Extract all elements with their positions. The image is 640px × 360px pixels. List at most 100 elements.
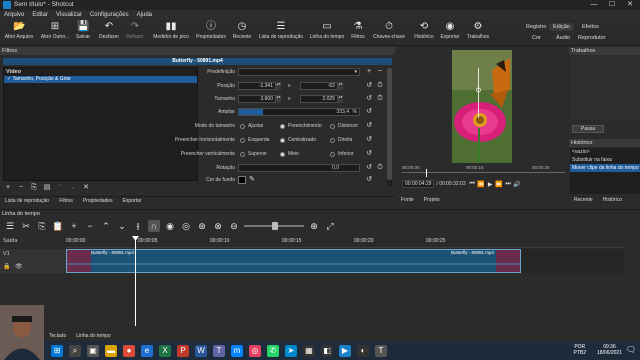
playlist-button[interactable]: ☰ Lista de reprodução: [256, 21, 306, 45]
filters-scrollbar[interactable]: [387, 68, 392, 186]
tab-source[interactable]: Fonte: [401, 196, 414, 205]
lock-icon[interactable]: 🔒: [3, 263, 10, 270]
telegram-icon[interactable]: ➤: [285, 344, 297, 357]
hfill-left-radio[interactable]: Esquerda: [240, 137, 269, 143]
hfill-center-radio[interactable]: Centralizado: [280, 137, 316, 143]
tab-playlist[interactable]: Lista de reprodução: [5, 197, 49, 206]
teams-icon[interactable]: T: [213, 344, 225, 357]
excel-icon[interactable]: X: [159, 344, 171, 357]
tab-properties[interactable]: Propriedades: [83, 197, 113, 206]
ripple-icon[interactable]: ◎: [180, 220, 192, 232]
filters-button[interactable]: ⚗ Filtros: [348, 21, 368, 45]
tab-project[interactable]: Projeto: [424, 196, 440, 205]
vfill-bottom-radio[interactable]: Inferior: [330, 151, 354, 157]
menu-edit[interactable]: Editar: [32, 10, 48, 20]
app-icon[interactable]: ◐: [357, 344, 369, 357]
whatsapp-icon[interactable]: ✆: [267, 344, 279, 357]
open-file-button[interactable]: 📂 Abrir Arquivo: [2, 21, 36, 45]
tab-recent[interactable]: Recente: [574, 196, 593, 205]
close-button[interactable]: ✕: [622, 0, 638, 10]
size-width-spinner[interactable]: ▴▾: [276, 95, 281, 103]
snap-icon[interactable]: ∩: [148, 220, 160, 232]
search-icon[interactable]: ⌕: [69, 344, 81, 357]
size-mode-fit-radio[interactable]: Ajustar: [240, 123, 264, 129]
playhead[interactable]: [135, 236, 136, 326]
keyframes-button[interactable]: ⏱ Chaves-chave: [370, 21, 408, 45]
edge-icon[interactable]: e: [141, 344, 153, 357]
history-item-selected[interactable]: Mover clipe da linha do tempo: [570, 164, 640, 172]
zoom-fit-icon[interactable]: ⤢: [324, 220, 336, 232]
layout-editing[interactable]: Edição: [549, 23, 574, 31]
tab-timeline[interactable]: Linha do tempo: [76, 332, 110, 341]
size-mode-fill-radio[interactable]: Preenchimento: [280, 123, 322, 129]
rewind-icon[interactable]: ⏪: [477, 181, 486, 188]
undo-button[interactable]: ↶ Desfazer: [96, 21, 122, 45]
add-filter-button[interactable]: +: [3, 183, 13, 192]
move-up-button[interactable]: ⌃: [55, 183, 65, 192]
export-button[interactable]: ◉ Exportar: [438, 21, 462, 45]
move-down-button[interactable]: ⌄: [68, 183, 78, 192]
menu-view[interactable]: Visualizar: [56, 10, 82, 20]
ripple-markers-icon[interactable]: ⊗: [212, 220, 224, 232]
hfill-right-radio[interactable]: Direita: [330, 137, 352, 143]
vfill-middle-radio[interactable]: Meio: [280, 151, 299, 157]
size-height-spinner[interactable]: ▴▾: [338, 95, 343, 103]
zoom-slider[interactable]: [244, 222, 304, 230]
play-icon[interactable]: ▶: [486, 181, 495, 188]
position-x-spinner[interactable]: ▴▾: [276, 82, 281, 90]
fast-forward-icon[interactable]: ⏩: [495, 181, 504, 188]
filters-scrollbar-thumb[interactable]: [387, 68, 392, 180]
notification-icon[interactable]: 🗨: [626, 345, 636, 354]
menu-file[interactable]: Arquivo: [4, 10, 24, 20]
messenger-icon[interactable]: m: [231, 344, 243, 357]
track-v1-header[interactable]: V1 🔒 👁: [0, 249, 66, 273]
redo-button[interactable]: ↷ Refazer: [124, 21, 146, 45]
zoom-in-icon[interactable]: ⊕: [308, 220, 320, 232]
reset-vfill-icon[interactable]: ↺: [365, 150, 373, 158]
scrub-playhead[interactable]: [426, 169, 427, 177]
append-icon[interactable]: +: [68, 220, 80, 232]
recent-button[interactable]: ◷ Recente: [230, 21, 254, 45]
start-icon[interactable]: ⊞: [51, 344, 63, 357]
filter-list-item[interactable]: ✓ Tamanho, Posição & Girar: [4, 76, 197, 83]
timeline-menu-icon[interactable]: ☰: [4, 220, 16, 232]
hide-eye-icon[interactable]: 👁: [15, 263, 23, 270]
layout-player[interactable]: Reprodutor: [574, 34, 610, 42]
timeline-button[interactable]: ▭ Linha do tempo: [308, 21, 346, 45]
player-scrubber[interactable]: 00:00:00 00:00:15 00:00:30: [402, 165, 565, 177]
rotation-slider[interactable]: 0,0: [238, 164, 360, 172]
remove-filter-button[interactable]: −: [16, 183, 26, 192]
menu-help[interactable]: Ajuda: [137, 10, 152, 20]
ripple-all-icon[interactable]: ⊛: [196, 220, 208, 232]
reset-zoom-icon[interactable]: ↺: [365, 108, 373, 116]
zoom-slider[interactable]: 333,4 %: [238, 108, 360, 116]
size-height-input[interactable]: 2.025: [300, 95, 338, 103]
instagram-icon[interactable]: ◎: [249, 344, 261, 357]
split-icon[interactable]: ⫲: [132, 220, 144, 232]
chrome-icon[interactable]: ●: [123, 344, 135, 357]
copy-icon[interactable]: ⎘: [36, 220, 48, 232]
keyboard-language[interactable]: POR PTB2: [573, 344, 586, 356]
peak-meter-button[interactable]: ▮▮ Medidor de pico: [150, 21, 192, 45]
menu-settings[interactable]: Configurações: [90, 10, 129, 20]
keyframe-rotation-icon[interactable]: ⏱: [376, 164, 384, 172]
properties-button[interactable]: ⓘ Propriedades: [194, 21, 228, 45]
layout-logging[interactable]: Registro: [522, 23, 550, 31]
position-y-spinner[interactable]: ▴▾: [338, 82, 343, 90]
keyframe-position-icon[interactable]: ⏱: [376, 82, 384, 90]
powerpoint-icon[interactable]: P: [177, 344, 189, 357]
history-item[interactable]: <vazio>: [570, 148, 640, 156]
scrub-audio-icon[interactable]: ◉: [164, 220, 176, 232]
task-view-icon[interactable]: ▣: [87, 344, 99, 357]
video-preview[interactable]: [452, 50, 512, 163]
file-explorer-icon[interactable]: ▬: [105, 344, 117, 357]
minimize-button[interactable]: —: [586, 0, 602, 10]
current-timecode[interactable]: 00:00:04:29: [402, 180, 435, 188]
skip-next-icon[interactable]: ⏭: [504, 181, 513, 188]
layout-color[interactable]: Cor: [528, 34, 545, 42]
shotcut-taskbar-icon[interactable]: ▶: [339, 344, 351, 357]
reset-position-icon[interactable]: ↺: [365, 82, 373, 90]
size-mode-distort-radio[interactable]: Distorcer: [330, 123, 358, 129]
preset-select[interactable]: ▾: [238, 68, 360, 76]
reset-size-icon[interactable]: ↺: [365, 95, 373, 103]
